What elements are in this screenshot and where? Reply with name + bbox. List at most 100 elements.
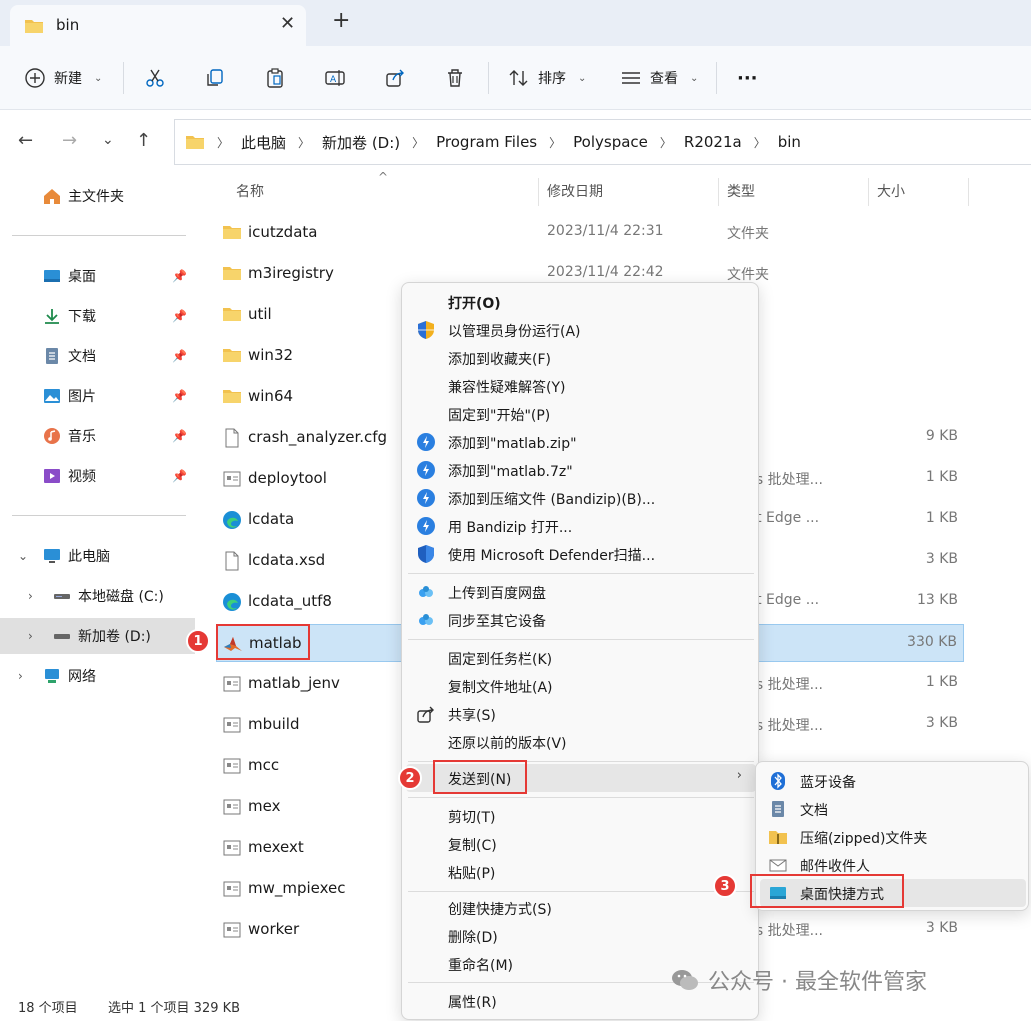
- recent-locations-chevron-icon[interactable]: ⌄: [102, 132, 114, 148]
- submenu-zip-folder[interactable]: 压缩(zipped)文件夹: [760, 823, 1026, 851]
- chevron-right-icon[interactable]: 〉: [298, 134, 310, 151]
- file-name: icutzdata: [248, 223, 318, 241]
- column-header-size[interactable]: 大小: [877, 174, 905, 208]
- menu-compat-troubleshoot[interactable]: 兼容性疑难解答(Y): [406, 372, 756, 400]
- sidebar-item-desktop[interactable]: 桌面 📌: [0, 258, 195, 294]
- chevron-right-icon[interactable]: 〉: [660, 134, 672, 151]
- column-divider[interactable]: [718, 178, 719, 206]
- up-arrow-icon[interactable]: ↑: [136, 130, 151, 151]
- pin-icon[interactable]: 📌: [172, 309, 187, 323]
- menu-upload-baidu[interactable]: 上传到百度网盘: [406, 578, 756, 606]
- sidebar-item-pictures[interactable]: 图片 📌: [0, 378, 195, 414]
- menu-defender-scan[interactable]: 使用 Microsoft Defender扫描...: [406, 540, 756, 568]
- column-header-date[interactable]: 修改日期: [547, 174, 603, 208]
- menu-add-7z[interactable]: 添加到"matlab.7z": [406, 456, 756, 484]
- chevron-right-icon[interactable]: 〉: [412, 134, 424, 151]
- chevron-right-icon[interactable]: ›: [28, 629, 33, 643]
- submenu-documents[interactable]: 文档: [760, 795, 1026, 823]
- file-name: mbuild: [248, 715, 300, 733]
- sidebar-item-music[interactable]: 音乐 📌: [0, 418, 195, 454]
- highlight-box-matlab: [216, 624, 310, 660]
- delete-button[interactable]: [444, 64, 466, 92]
- menu-divider: [408, 639, 754, 640]
- sidebar-item-network[interactable]: › 网络: [0, 658, 195, 694]
- more-options-button[interactable]: ···: [737, 64, 758, 92]
- sidebar-item-drive-d[interactable]: › 新加卷 (D:): [0, 618, 195, 654]
- view-button[interactable]: 查看 ⌄: [620, 64, 698, 92]
- copy-button[interactable]: [204, 64, 226, 92]
- file-row[interactable]: icutzdata 2023/11/4 22:31 文件夹: [216, 214, 964, 252]
- folder-icon: [186, 136, 204, 149]
- menu-cut[interactable]: 剪切(T): [406, 802, 756, 830]
- menu-delete[interactable]: 删除(D): [406, 922, 756, 950]
- column-divider[interactable]: [968, 178, 969, 206]
- batch-file-icon: [222, 797, 242, 817]
- cut-button[interactable]: [144, 64, 166, 92]
- menu-add-archive[interactable]: 添加到压缩文件 (Bandizip)(B)...: [406, 484, 756, 512]
- pin-icon[interactable]: 📌: [172, 349, 187, 363]
- menu-open[interactable]: 打开(O): [406, 288, 756, 316]
- forward-arrow-icon[interactable]: →: [62, 130, 77, 151]
- breadcrumb-program-files[interactable]: Program Files: [436, 133, 537, 151]
- column-divider[interactable]: [868, 178, 869, 206]
- drive-icon: [54, 594, 70, 599]
- address-bar[interactable]: 〉 此电脑 〉 新加卷 (D:) 〉 Program Files 〉 Polys…: [174, 119, 1031, 165]
- rename-button[interactable]: A: [324, 64, 346, 92]
- pin-icon[interactable]: 📌: [172, 269, 187, 283]
- menu-copy[interactable]: 复制(C): [406, 830, 756, 858]
- menu-create-shortcut[interactable]: 创建快捷方式(S): [406, 894, 756, 922]
- breadcrumb-polyspace[interactable]: Polyspace: [573, 133, 648, 151]
- menu-label: 上传到百度网盘: [448, 586, 546, 602]
- menu-pin-start[interactable]: 固定到"开始"(P): [406, 400, 756, 428]
- folder-icon: [222, 223, 242, 243]
- column-header-name[interactable]: 名称: [236, 174, 264, 208]
- pin-icon[interactable]: 📌: [172, 429, 187, 443]
- menu-pin-taskbar[interactable]: 固定到任务栏(K): [406, 644, 756, 672]
- chevron-right-icon[interactable]: ›: [28, 589, 33, 603]
- paste-button[interactable]: [264, 64, 286, 92]
- pin-icon[interactable]: 📌: [172, 469, 187, 483]
- column-header-type[interactable]: 类型: [727, 174, 755, 208]
- sidebar-item-this-pc[interactable]: ⌄ 此电脑: [0, 538, 195, 574]
- file-name: mcc: [248, 756, 280, 774]
- new-tab-button[interactable]: +: [332, 8, 350, 33]
- submenu-bluetooth[interactable]: 蓝牙设备: [760, 767, 1026, 795]
- menu-share[interactable]: 共享(S): [406, 700, 756, 728]
- sidebar-item-home[interactable]: 主文件夹: [0, 178, 195, 214]
- sidebar-item-downloads[interactable]: 下载 📌: [0, 298, 195, 334]
- chevron-down-icon[interactable]: ⌄: [18, 549, 28, 563]
- file-size: 3 KB: [925, 715, 958, 731]
- column-divider[interactable]: [538, 178, 539, 206]
- navigation-bar: ← → ⌄ ↑ 〉 此电脑 〉 新加卷 (D:) 〉 Program Files…: [0, 110, 1031, 174]
- back-arrow-icon[interactable]: ←: [18, 130, 33, 151]
- breadcrumb-r2021a[interactable]: R2021a: [684, 133, 742, 151]
- file-type: 文件夹: [727, 267, 769, 283]
- menu-add-favorites[interactable]: 添加到收藏夹(F): [406, 344, 756, 372]
- chevron-right-icon[interactable]: 〉: [549, 134, 561, 151]
- menu-sync-devices[interactable]: 同步至其它设备: [406, 606, 756, 634]
- breadcrumb-drive-d[interactable]: 新加卷 (D:): [322, 132, 400, 153]
- share-button[interactable]: [384, 64, 406, 92]
- sidebar-item-videos[interactable]: 视频 📌: [0, 458, 195, 494]
- menu-open-bandizip[interactable]: 用 Bandizip 打开...: [406, 512, 756, 540]
- sidebar-item-documents[interactable]: 文档 📌: [0, 338, 195, 374]
- chevron-right-icon[interactable]: ›: [18, 669, 23, 683]
- pin-icon[interactable]: 📌: [172, 389, 187, 403]
- new-button[interactable]: 新建 ⌄: [24, 64, 102, 92]
- baidu-cloud-icon: [419, 614, 433, 625]
- menu-copy-path[interactable]: 复制文件地址(A): [406, 672, 756, 700]
- menu-restore-versions[interactable]: 还原以前的版本(V): [406, 728, 756, 756]
- menu-run-as-admin[interactable]: 以管理员身份运行(A): [406, 316, 756, 344]
- chevron-right-icon[interactable]: 〉: [754, 134, 766, 151]
- sidebar-item-drive-c[interactable]: › 本地磁盘 (C:): [0, 578, 195, 614]
- sort-button[interactable]: 排序 ⌄: [508, 64, 586, 92]
- close-tab-icon[interactable]: ✕: [280, 13, 295, 34]
- breadcrumb-this-pc[interactable]: 此电脑: [241, 132, 286, 153]
- menu-paste[interactable]: 粘贴(P): [406, 858, 756, 886]
- file-date: 2023/11/4 22:31: [547, 223, 664, 239]
- tab-bin[interactable]: bin ✕: [10, 5, 306, 46]
- menu-add-zip[interactable]: 添加到"matlab.zip": [406, 428, 756, 456]
- defender-shield-icon: [418, 545, 434, 563]
- breadcrumb-bin[interactable]: bin: [778, 133, 801, 151]
- toolbar-divider: [716, 62, 717, 94]
